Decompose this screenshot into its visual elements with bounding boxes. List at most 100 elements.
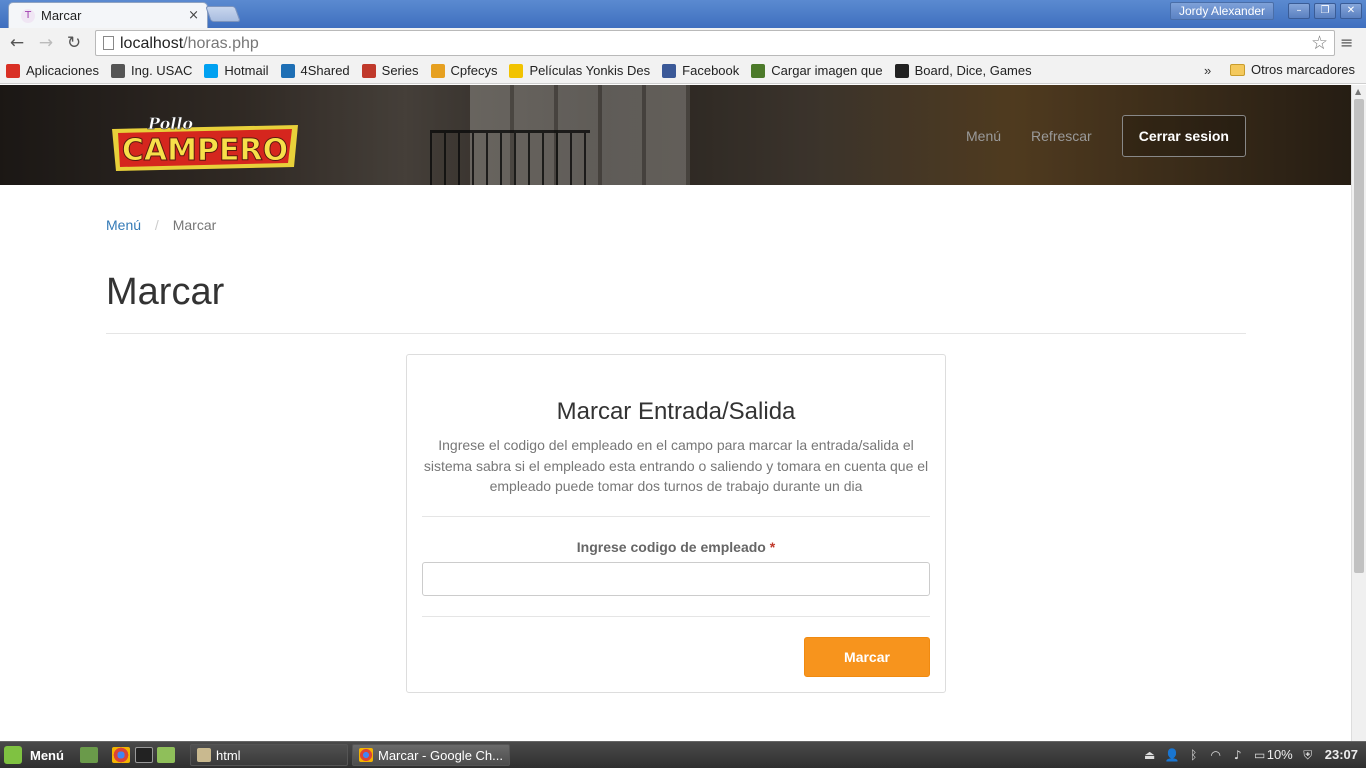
logo-text-campero: CAMPERO [122, 133, 288, 168]
chrome-launcher-icon[interactable] [112, 747, 130, 763]
page-scrollbar[interactable]: ▲ [1351, 85, 1366, 741]
card-divider-bottom [422, 616, 930, 617]
start-menu-button[interactable]: Menú [4, 746, 64, 764]
chrome-menu-icon[interactable]: ≡ [1340, 33, 1353, 52]
profile-button[interactable]: Jordy Alexander [1170, 2, 1275, 20]
bookmark-cpfecys[interactable]: Cpfecys [430, 63, 498, 78]
card-description: Ingrese el codigo del empleado en el cam… [423, 437, 929, 494]
employee-code-input[interactable] [422, 562, 930, 596]
logout-button[interactable]: Cerrar sesion [1121, 115, 1246, 157]
user-icon[interactable]: 👤 [1165, 748, 1180, 762]
shield-icon[interactable]: ⛨ [1301, 748, 1315, 762]
nav-link-menu[interactable]: Menú [966, 128, 1001, 144]
new-tab-button[interactable] [205, 6, 241, 22]
bookmark-label: Hotmail [224, 63, 269, 78]
bookmark-label: 4Shared [300, 63, 350, 78]
wifi-icon[interactable]: ◠ [1209, 748, 1223, 762]
folder-icon [197, 748, 211, 762]
close-window-icon[interactable]: ✕ [1340, 3, 1362, 19]
bookmark-board-games[interactable]: Board, Dice, Games [894, 63, 1032, 78]
bookmark-usac[interactable]: Ing. USAC [111, 63, 192, 78]
bookmark-4shared[interactable]: 4Shared [280, 63, 350, 78]
bookmark-label: Cpfecys [450, 63, 498, 78]
apps-grid-icon [6, 63, 20, 78]
bookmark-label: Ing. USAC [131, 63, 193, 78]
folder-icon [1230, 63, 1245, 76]
bookmark-label: Facebook [682, 63, 740, 78]
taskbar-item-chrome[interactable]: Marcar - Google Ch... [352, 744, 510, 766]
tab-favicon-icon: T [21, 8, 35, 23]
4shared-icon [280, 63, 295, 78]
page-icon [103, 36, 114, 50]
windows-icon [204, 63, 219, 78]
bluetooth-icon[interactable]: ᛒ [1187, 748, 1201, 762]
usac-icon [111, 63, 125, 78]
mint-logo-icon [4, 746, 22, 764]
taskbar-item-html[interactable]: html [190, 744, 348, 766]
breadcrumb-home-link[interactable]: Menú [106, 217, 141, 233]
browser-toolbar: ← → ↻ localhost/horas.php ☆ ≡ [0, 28, 1366, 58]
back-arrow-icon[interactable]: ← [6, 32, 28, 54]
restore-icon[interactable]: ❐ [1314, 3, 1336, 19]
battery-percent: 10% [1266, 747, 1293, 762]
volume-icon[interactable]: ♪ [1231, 748, 1245, 762]
bookmark-series[interactable]: Series [361, 63, 419, 78]
card-title: Marcar Entrada/Salida [556, 398, 796, 425]
task-label: Marcar - Google Ch... [378, 747, 503, 763]
employee-code-label: Ingrese codigo de empleado * [407, 539, 945, 555]
header-banner: Pollo CAMPERO Menú Refrescar Cerrar sesi… [0, 85, 1351, 185]
bookmark-label: Series [381, 63, 419, 78]
employee-code-label-text: Ingrese codigo de empleado [576, 539, 766, 555]
top-navigation: Menú Refrescar Cerrar sesion [966, 115, 1246, 157]
browser-tab-marcar[interactable]: T Marcar × [8, 2, 208, 28]
scrollbar-thumb[interactable] [1354, 99, 1364, 573]
clock-in-card: Marcar Entrada/Salida Ingrese el codigo … [406, 354, 946, 693]
board-games-icon [894, 63, 909, 78]
keyboard-icon[interactable]: ⏏ [1143, 748, 1157, 762]
bookmarks-bar: Aplicaciones Ing. USAC Hotmail 4Shared Serie… [0, 58, 1366, 84]
bookmark-facebook[interactable]: Facebook [662, 63, 739, 78]
breadcrumb-separator: / [154, 217, 159, 233]
other-bookmarks-label: Otros marcadores [1251, 62, 1356, 77]
chrome-icon [359, 748, 373, 762]
nav-link-refresh[interactable]: Refrescar [1031, 128, 1092, 144]
page-viewport: Pollo CAMPERO Menú Refrescar Cerrar sesi… [0, 85, 1351, 741]
bookmark-windows[interactable]: Hotmail [204, 63, 269, 78]
scroll-up-icon[interactable]: ▲ [1355, 87, 1361, 96]
url-text: localhost/horas.php [120, 35, 259, 52]
breadcrumb: Menú / Marcar [106, 217, 216, 233]
card-divider-top [422, 516, 930, 517]
clock[interactable]: 23:07 [1325, 747, 1358, 762]
bookmark-label: Board, Dice, Games [914, 63, 1032, 78]
address-bar[interactable]: localhost/horas.php ☆ [95, 30, 1335, 56]
task-label: html [216, 747, 241, 763]
terminal-launcher-icon[interactable] [135, 747, 153, 763]
bookmark-label: Aplicaciones [26, 63, 99, 78]
window-titlebar: T Marcar × Jordy Alexander – ❐ ✕ [0, 0, 1366, 28]
cpfecys-icon [430, 63, 445, 78]
breadcrumb-current: Marcar [172, 217, 217, 233]
bookmarks-overflow-button[interactable]: » [1204, 63, 1211, 78]
page-title: Marcar [106, 271, 225, 313]
system-taskbar: Menú html Marcar - Google Ch... ⏏ 👤 ᛒ ◠ … [0, 741, 1366, 768]
forward-arrow-icon[interactable]: → [35, 32, 57, 54]
title-divider [106, 333, 1246, 334]
other-bookmarks-folder[interactable]: Otros marcadores [1230, 62, 1355, 77]
yonkis-icon [509, 63, 524, 78]
bookmark-yonkis[interactable]: Películas Yonkis Des [509, 63, 650, 78]
bookmark-image-upload[interactable]: Cargar imagen que [751, 63, 883, 78]
pollo-campero-logo[interactable]: Pollo CAMPERO [110, 115, 300, 173]
marcar-submit-button[interactable]: Marcar [804, 637, 930, 677]
bookmark-star-icon[interactable]: ☆ [1311, 32, 1328, 54]
minimize-icon[interactable]: – [1288, 3, 1310, 19]
series-icon [361, 63, 376, 78]
system-tray: ⏏ 👤 ᛒ ◠ ♪ ▭ 10% ⛨ 23:07 [1135, 747, 1358, 762]
tab-close-icon[interactable]: × [188, 8, 199, 23]
facebook-icon [662, 63, 677, 78]
bookmark-apps-grid[interactable]: Aplicaciones [6, 63, 99, 78]
bookmark-label: Cargar imagen que [771, 63, 883, 78]
show-desktop-icon[interactable] [80, 747, 98, 763]
reload-icon[interactable]: ↻ [63, 32, 85, 54]
battery-icon[interactable]: ▭ [1253, 748, 1267, 762]
files-launcher-icon[interactable] [157, 747, 175, 763]
